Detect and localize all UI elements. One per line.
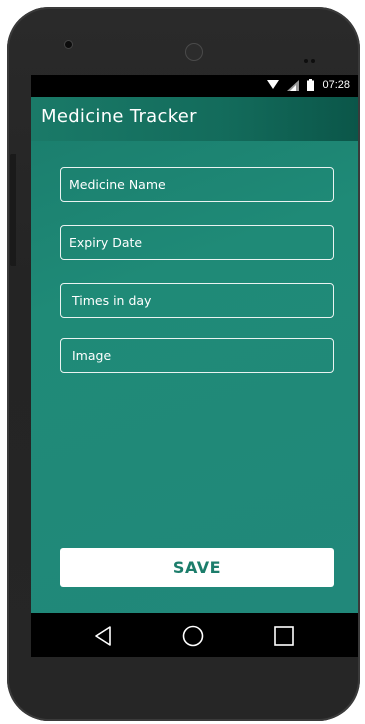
app-bar: Medicine Tracker: [31, 97, 358, 141]
front-camera: [185, 43, 203, 61]
status-time: 07:28: [322, 79, 350, 91]
image-placeholder: Image: [72, 348, 112, 363]
volume-button: [10, 154, 16, 266]
navigation-bar: [31, 613, 358, 657]
times-in-day-placeholder: Times in day: [72, 293, 152, 308]
home-icon[interactable]: [181, 624, 205, 648]
save-button[interactable]: SAVE: [60, 548, 334, 587]
form-content: Medicine Name Expiry Date Times in day I…: [31, 141, 358, 613]
times-in-day-field[interactable]: Times in day: [60, 283, 334, 318]
front-sensor-dot: [64, 40, 73, 49]
battery-icon: [307, 79, 315, 91]
medicine-name-placeholder: Medicine Name: [69, 177, 166, 192]
status-bar: 07:28: [31, 75, 358, 97]
back-icon[interactable]: [91, 624, 115, 648]
proximity-sensors: [304, 48, 324, 63]
recents-icon[interactable]: [272, 624, 296, 648]
medicine-name-field[interactable]: Medicine Name: [60, 167, 334, 202]
phone-device: 07:28 Medicine Tracker Medicine Name Exp…: [7, 7, 360, 721]
phone-screen: 07:28 Medicine Tracker Medicine Name Exp…: [31, 75, 358, 657]
expiry-date-placeholder: Expiry Date: [69, 235, 143, 250]
signal-icon: [287, 79, 300, 91]
app-title: Medicine Tracker: [41, 106, 197, 127]
wifi-icon: [267, 80, 280, 89]
expiry-date-field[interactable]: Expiry Date: [60, 225, 334, 260]
image-field[interactable]: Image: [60, 338, 334, 373]
